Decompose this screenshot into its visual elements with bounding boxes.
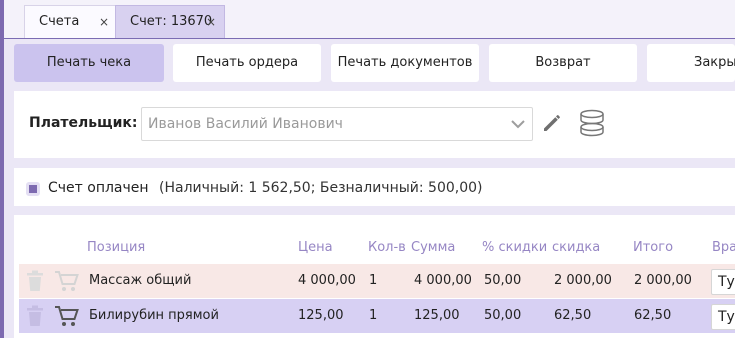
paid-label: Счет оплачен <box>48 180 149 196</box>
cell-discount-pct: 50,00 <box>484 273 522 288</box>
print-documents-button[interactable]: Печать документов <box>331 44 479 82</box>
chevron-down-icon[interactable] <box>510 117 526 131</box>
cell-discount-pct: 50,00 <box>484 308 522 323</box>
type-select[interactable]: Ту <box>711 269 735 295</box>
tab-invoice-13670[interactable]: Счет: 13670 × <box>115 5 225 38</box>
column-header-sum[interactable]: Сумма <box>411 240 455 255</box>
cell-price: 125,00 <box>298 308 344 323</box>
cell-discount: 62,50 <box>554 308 592 323</box>
column-header-price[interactable]: Цена <box>298 240 333 255</box>
column-header-qty[interactable]: Кол-в <box>368 240 406 255</box>
type-value: Ту <box>718 309 735 325</box>
cell-sum: 125,00 <box>414 308 460 323</box>
cell-position: Билирубин прямой <box>89 308 219 323</box>
refund-button[interactable]: Возврат <box>489 44 637 82</box>
close-button[interactable]: Закрыть <box>647 44 735 82</box>
cart-icon[interactable] <box>54 304 80 328</box>
close-icon[interactable]: × <box>206 6 216 38</box>
toolbar: Печать чека Печать ордера Печать докумен… <box>4 39 735 89</box>
cart-icon[interactable] <box>54 269 80 293</box>
paid-checkbox[interactable] <box>26 182 40 196</box>
tab-label: Счет: 13670 <box>130 14 213 29</box>
payer-select[interactable]: Иванов Василий Иванович <box>141 107 533 141</box>
print-receipt-button[interactable]: Печать чека <box>14 44 164 82</box>
cell-total: 2 000,00 <box>634 273 692 288</box>
type-value: Ту <box>718 274 735 290</box>
tab-bar: Счета × Счет: 13670 × <box>4 0 735 39</box>
pencil-icon[interactable] <box>540 111 564 135</box>
print-order-button[interactable]: Печать ордера <box>173 44 321 82</box>
table-row[interactable]: Массаж общий 4 000,00 1 4 000,00 50,00 2… <box>19 264 735 298</box>
column-header-discount[interactable]: скидка <box>552 240 600 255</box>
column-header-discount-pct[interactable]: % скидки <box>482 240 547 255</box>
cell-total: 62,50 <box>634 308 672 323</box>
tab-label: Счета <box>39 14 80 29</box>
trash-icon[interactable] <box>25 304 45 328</box>
payer-panel: Плательщик: Иванов Василий Иванович <box>14 91 735 158</box>
type-select[interactable]: Ту <box>711 304 735 330</box>
cell-position: Массаж общий <box>89 273 192 288</box>
payer-value: Иванов Василий Иванович <box>148 116 343 132</box>
cell-qty: 1 <box>369 273 378 288</box>
payment-status-panel: Счет оплачен (Наличный: 1 562,50; Безнал… <box>14 168 735 206</box>
payer-label: Плательщик: <box>29 115 138 131</box>
cell-qty: 1 <box>369 308 378 323</box>
trash-icon[interactable] <box>25 269 45 293</box>
payment-details: (Наличный: 1 562,50; Безналичный: 500,00… <box>159 180 483 196</box>
cell-sum: 4 000,00 <box>414 273 472 288</box>
column-header-type[interactable]: Вра <box>712 240 735 255</box>
column-header-total[interactable]: Итого <box>633 240 673 255</box>
column-header-position[interactable]: Позиция <box>87 240 145 255</box>
close-icon[interactable]: × <box>99 6 109 38</box>
tab-invoices[interactable]: Счета × <box>24 5 118 38</box>
items-table: Позиция Цена Кол-в Сумма % скидки скидка… <box>14 215 735 338</box>
table-row[interactable]: Билирубин прямой 125,00 1 125,00 50,00 6… <box>19 299 735 333</box>
cell-price: 4 000,00 <box>298 273 356 288</box>
cell-discount: 2 000,00 <box>554 273 612 288</box>
database-icon[interactable] <box>578 108 606 138</box>
